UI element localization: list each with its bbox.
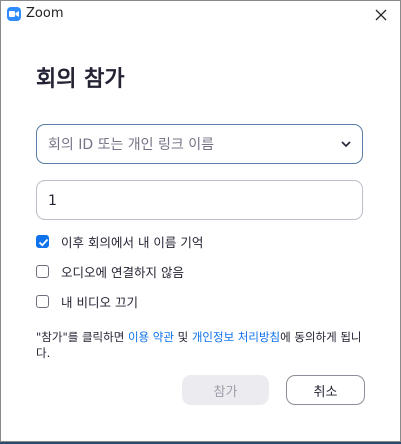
terms-notice: "참가"를 클릭하면 이용 약관 및 개인정보 처리방침에 동의하게 됩니다. (36, 329, 371, 361)
remember-name-option[interactable]: 이후 회의에서 내 이름 기억 (36, 232, 203, 250)
remember-name-label[interactable]: 이후 회의에서 내 이름 기억 (61, 232, 203, 251)
display-name-value: 1 (48, 193, 57, 209)
meeting-id-placeholder: 회의 ID 또는 개인 링크 이름 (48, 137, 214, 153)
no-audio-label[interactable]: 오디오에 연결하지 않음 (61, 262, 184, 281)
video-off-checkbox[interactable] (36, 294, 49, 308)
privacy-policy-link[interactable]: 개인정보 처리방침 (192, 330, 280, 344)
no-audio-checkbox[interactable] (36, 264, 49, 278)
join-button[interactable]: 참가 (182, 375, 269, 405)
video-off-label[interactable]: 내 비디오 끄기 (61, 292, 138, 311)
terms-of-service-link[interactable]: 이용 약관 (128, 330, 174, 344)
remember-name-checkbox[interactable] (36, 234, 49, 248)
terms-prefix: "참가"를 클릭하면 (36, 330, 128, 344)
chevron-down-icon[interactable] (340, 138, 352, 150)
cancel-button[interactable]: 취소 (286, 375, 365, 405)
checkmark-icon (38, 238, 49, 246)
no-audio-option[interactable]: 오디오에 연결하지 않음 (36, 262, 184, 280)
close-icon (375, 9, 387, 21)
window-title: Zoom (26, 6, 64, 21)
display-name-input[interactable]: 1 (36, 180, 363, 220)
close-button[interactable] (368, 3, 394, 27)
terms-conjunction: 및 (173, 330, 192, 344)
video-off-option[interactable]: 내 비디오 끄기 (36, 292, 138, 310)
meeting-id-combobox[interactable]: 회의 ID 또는 개인 링크 이름 (36, 124, 363, 164)
zoom-camera-icon (7, 7, 21, 21)
title-bar[interactable]: Zoom (1, 1, 400, 29)
join-meeting-window: Zoom 회의 참가 회의 ID 또는 개인 링크 이름 1 이후 회의에서 내… (0, 0, 401, 442)
page-title: 회의 참가 (36, 67, 125, 92)
